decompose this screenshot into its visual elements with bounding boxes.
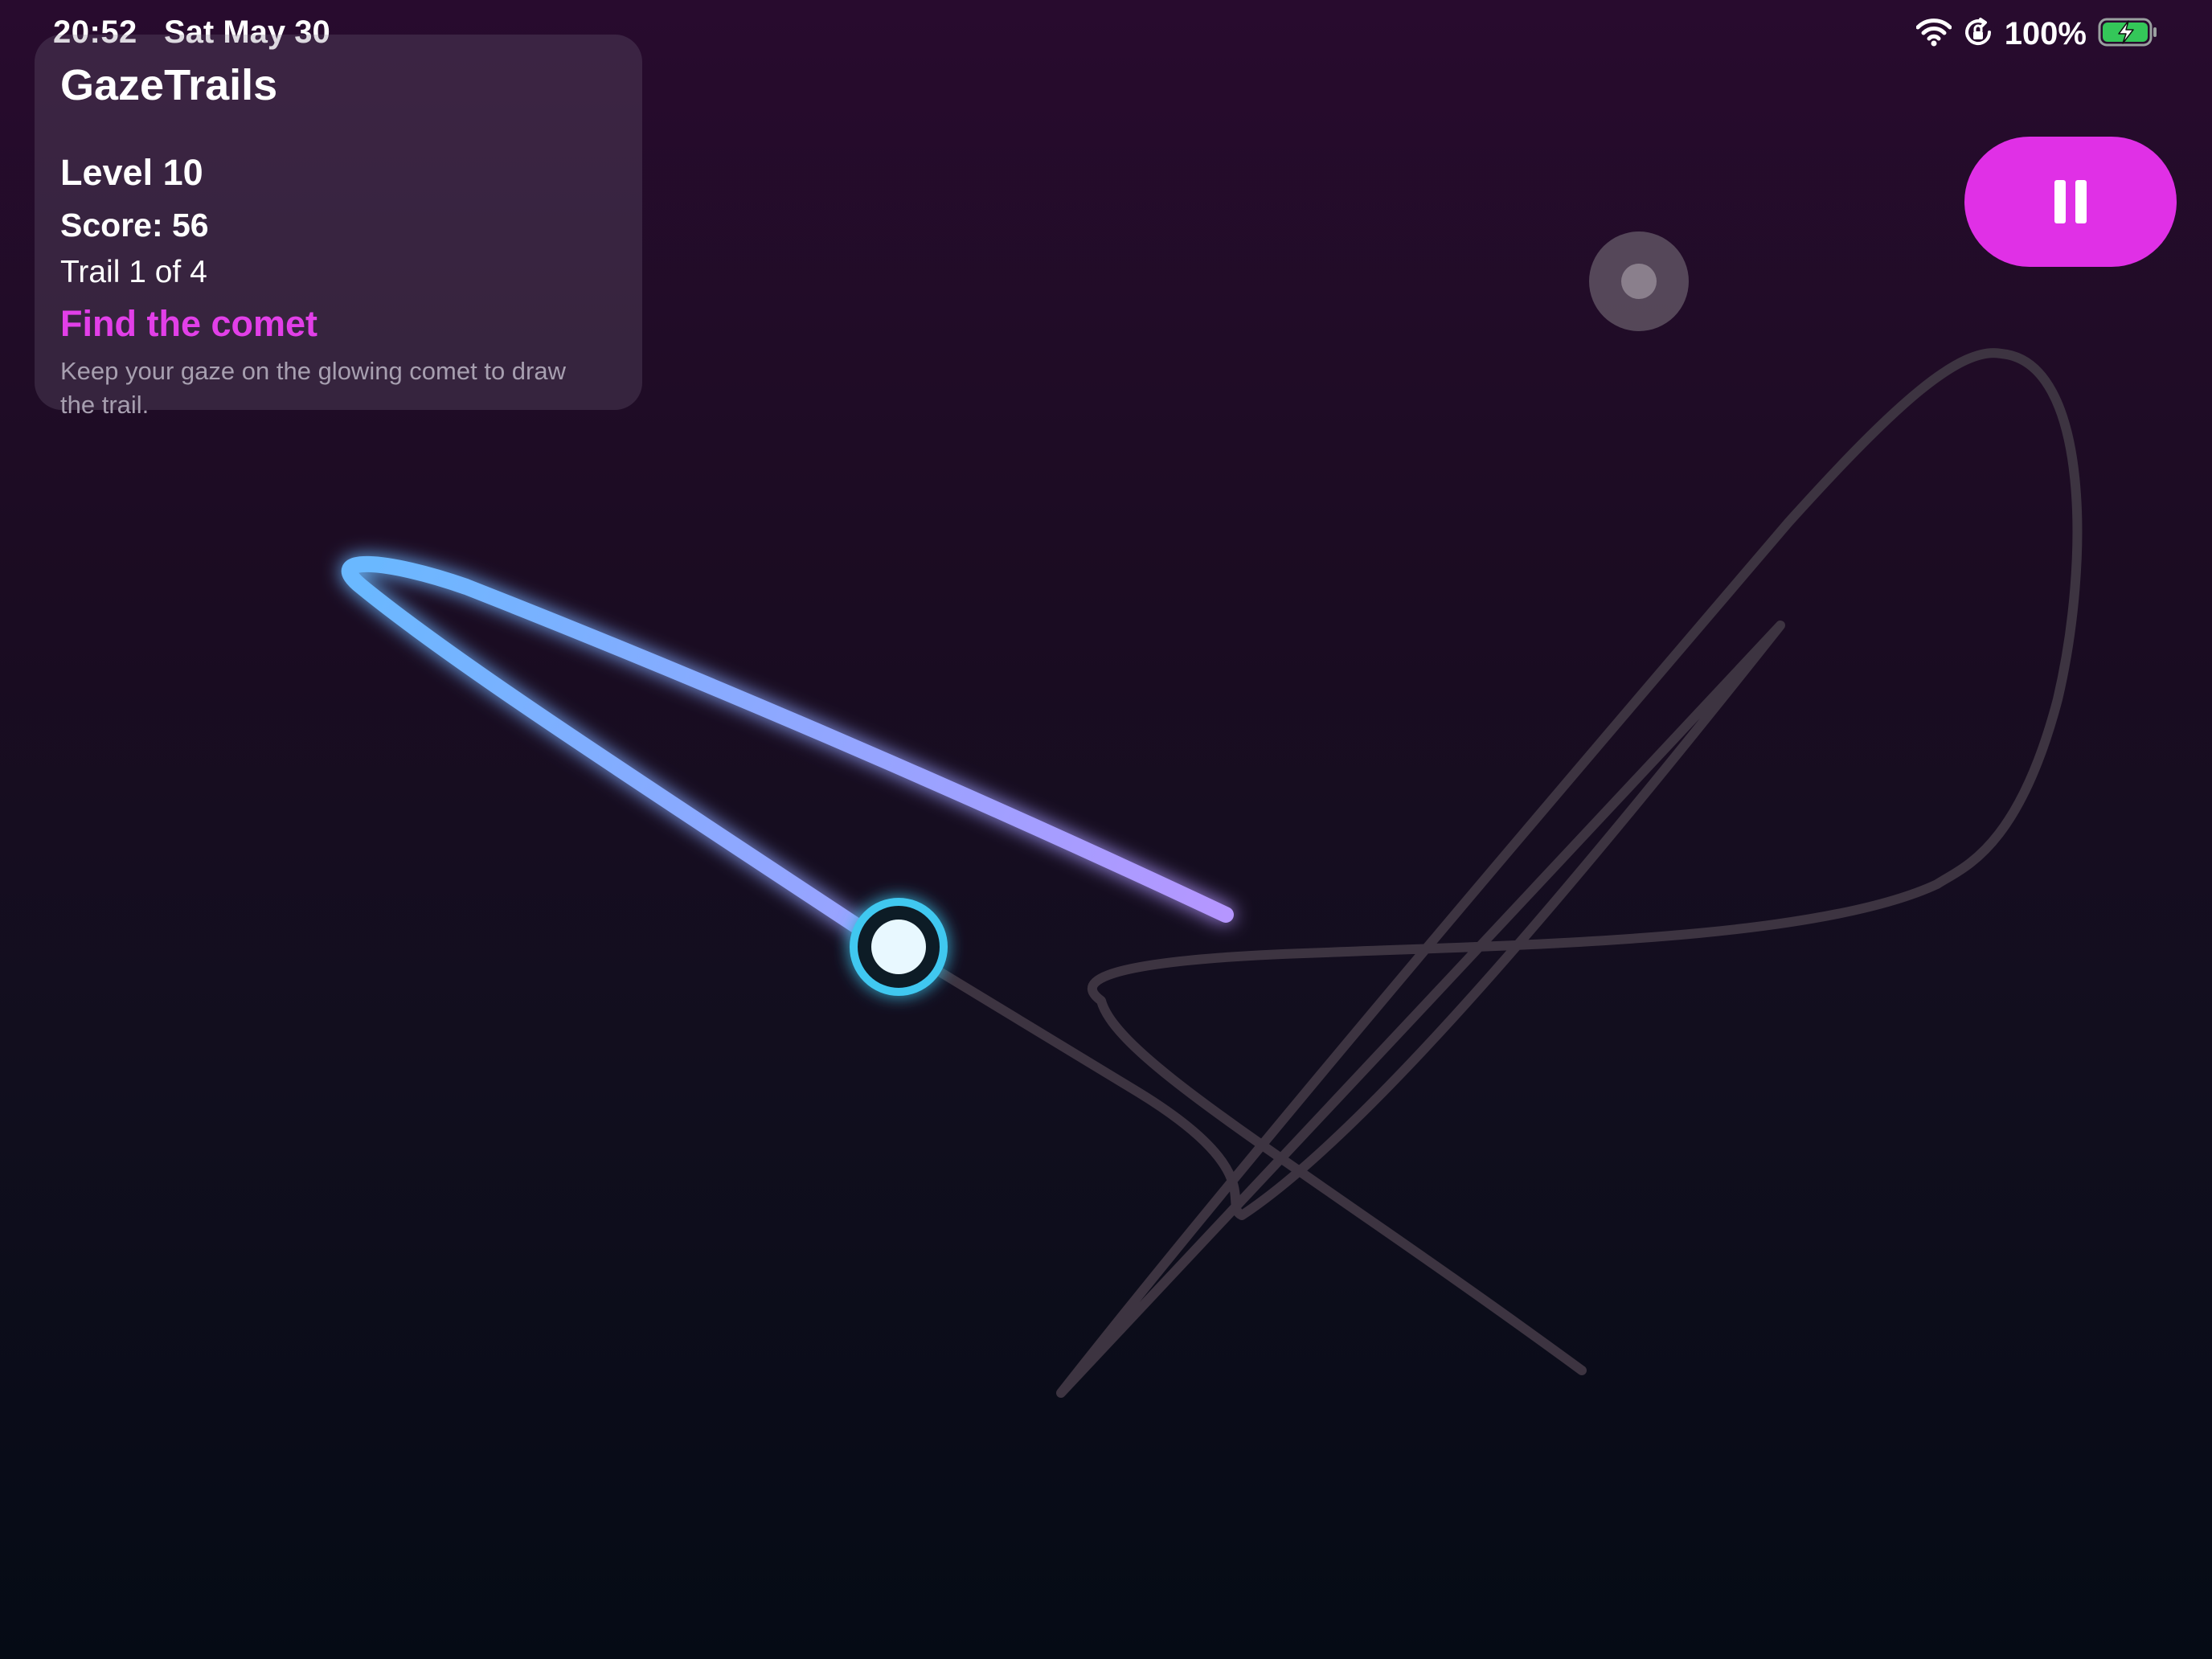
battery-charging-icon xyxy=(2098,17,2159,51)
game-title: GazeTrails xyxy=(60,61,278,109)
pause-button[interactable] xyxy=(1964,137,2177,267)
pause-icon xyxy=(2054,180,2087,223)
score-label: Score: 56 xyxy=(60,207,209,244)
drawn-trail xyxy=(341,555,1234,940)
trail-progress: Trail 1 of 4 xyxy=(60,255,207,289)
gaze-cursor-icon xyxy=(1589,231,1689,331)
guide-path xyxy=(894,348,2083,1398)
orientation-lock-icon xyxy=(1963,17,1993,51)
comet-icon[interactable] xyxy=(850,898,948,996)
hud-panel: GazeTrails Level 10 Score: 56 Trail 1 of… xyxy=(35,35,642,419)
hint-text: Keep your gaze on the glowing comet to d… xyxy=(60,357,566,419)
objective-label: Find the comet xyxy=(60,303,318,344)
status-indicators: 100% xyxy=(1915,13,2159,55)
battery-percent: 100% xyxy=(2004,15,2087,51)
wifi-icon xyxy=(1915,18,1952,51)
level-label: Level 10 xyxy=(60,152,203,193)
